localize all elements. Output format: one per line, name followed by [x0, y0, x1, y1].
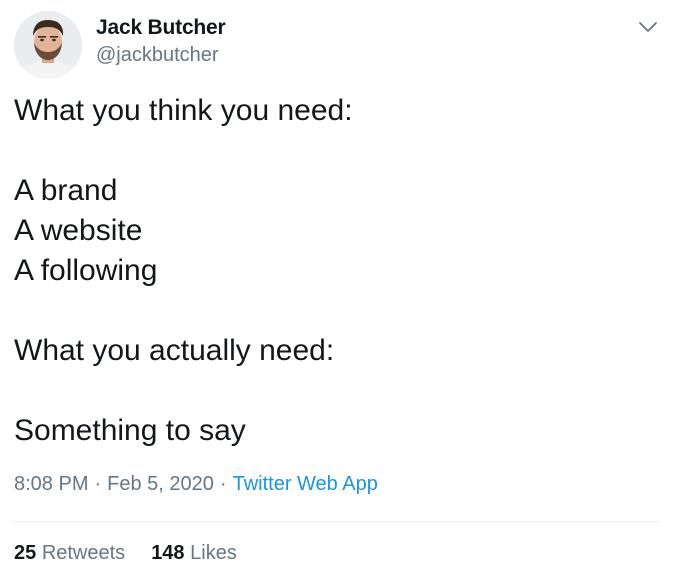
- chevron-down-icon[interactable]: [636, 18, 660, 36]
- divider: [14, 521, 660, 522]
- likes-stat[interactable]: 148 Likes: [151, 542, 237, 565]
- author-name[interactable]: Jack Butcher: [96, 16, 226, 40]
- retweets-stat[interactable]: 25 Retweets: [14, 542, 125, 565]
- tweet-line: What you actually need:: [14, 334, 335, 367]
- tweet-timestamp[interactable]: 8:08 PM · Feb 5, 2020: [14, 473, 214, 495]
- tweet-source-link[interactable]: Twitter Web App: [233, 473, 378, 495]
- retweets-label: Retweets: [41, 542, 126, 564]
- tweet-stats: 25 Retweets 148 Likes: [14, 542, 237, 565]
- tweet-line: A brand: [14, 174, 118, 207]
- likes-count: 148: [151, 542, 185, 564]
- avatar-portrait: [14, 11, 82, 79]
- tweet-line: A website: [14, 214, 143, 247]
- tweet-line: Something to say: [14, 414, 246, 447]
- tweet-card: Jack Butcher @jackbutcher What you think…: [0, 0, 676, 585]
- tweet-line: [14, 291, 654, 331]
- retweets-count: 25: [14, 542, 37, 564]
- tweet-meta: 8:08 PM · Feb 5, 2020 · Twitter Web App: [14, 473, 378, 496]
- tweet-date: Feb 5, 2020: [107, 473, 214, 495]
- tweet-line: [14, 131, 654, 171]
- avatar[interactable]: [14, 11, 82, 79]
- tweet-line: What you think you need:: [14, 94, 353, 127]
- tweet-time: 8:08 PM: [14, 473, 89, 495]
- tweet-text: What you think you need: A brand A websi…: [14, 91, 654, 451]
- meta-separator: ·: [219, 473, 227, 495]
- tweet-line: A following: [14, 254, 158, 287]
- likes-label: Likes: [190, 542, 237, 564]
- meta-separator: ·: [94, 473, 102, 495]
- tweet-line: [14, 371, 654, 411]
- author-handle[interactable]: @jackbutcher: [96, 44, 219, 67]
